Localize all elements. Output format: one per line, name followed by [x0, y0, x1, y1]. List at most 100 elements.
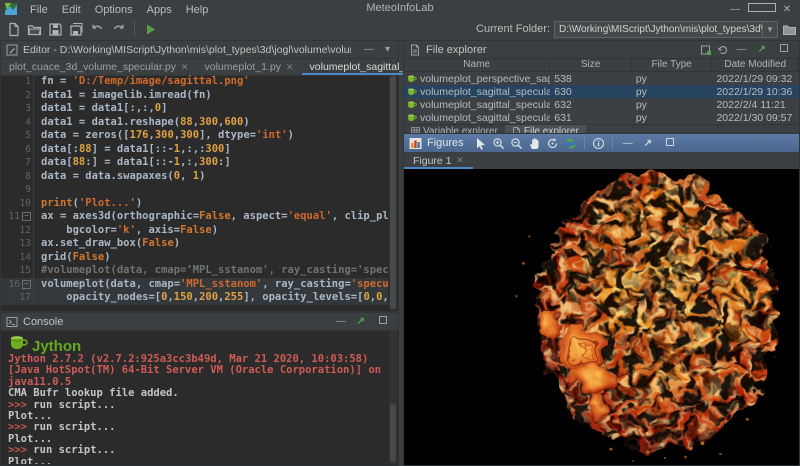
figures-title: Figures	[427, 137, 464, 149]
redo-icon[interactable]	[111, 22, 126, 37]
code-area[interactable]: 1fn = 'D:/Temp/image/sagittal.png'2data1…	[1, 75, 388, 311]
figure-tabbar: Figure 1 ✕	[404, 152, 799, 170]
chevron-down-icon[interactable]: ▼	[762, 22, 777, 37]
editor-tab[interactable]: volumeplot_1.py ✕	[197, 59, 302, 75]
file-explorer-icon	[409, 44, 421, 56]
zoom-in-icon[interactable]	[492, 137, 505, 150]
code-line[interactable]: 12 bgcolor='k', axis=False)	[1, 224, 388, 238]
py-file-icon	[407, 74, 417, 84]
code-line[interactable]: 11–ax = axes3d(orthographic=False, aspec…	[1, 210, 388, 224]
main-toolbar: Current Folder: D:\Working\MIScript\Jyth…	[0, 18, 800, 41]
window-minimize-button[interactable]: —	[722, 4, 748, 15]
figure-tab-close-icon[interactable]: ✕	[457, 155, 465, 166]
file-row[interactable]: volumeplot_sagittal_specular_1.py632py20…	[404, 98, 799, 111]
open-in-editor-icon[interactable]	[700, 44, 712, 56]
py-file-icon	[407, 100, 417, 110]
figures-minimize-icon[interactable]: —	[620, 138, 636, 149]
editor-menu-icon[interactable]: ▾	[382, 44, 393, 55]
save-icon[interactable]	[48, 22, 63, 37]
fold-icon[interactable]: –	[22, 280, 31, 289]
code-line[interactable]: 1fn = 'D:/Temp/image/sagittal.png'	[1, 75, 388, 89]
code-line[interactable]: 17 opacity_nodes=[0,150,200,255], opacit…	[1, 291, 388, 305]
fold-icon[interactable]: –	[22, 212, 31, 221]
current-folder-combobox[interactable]: D:\Working\MIScript\Jython\mis\plot_type…	[554, 21, 778, 38]
run-icon[interactable]	[143, 22, 158, 37]
zoom-out-icon[interactable]	[510, 137, 523, 150]
jython-cup-icon	[8, 332, 28, 352]
figures-float-icon[interactable]: ↗	[641, 138, 655, 149]
globe-icon[interactable]	[564, 137, 577, 150]
code-line[interactable]: 8data = data.swapaxes(0, 1)	[1, 170, 388, 184]
console-line: [Java HotSpot(TM) 64-Bit Server VM (Orac…	[8, 365, 384, 388]
file-name: volumeplot_perspective_sagittal_sp...	[420, 73, 550, 85]
info-icon[interactable]	[592, 137, 605, 150]
console-line: >>> run script...	[8, 422, 384, 433]
menu-apps[interactable]: Apps	[140, 3, 179, 17]
py-file-icon	[407, 113, 417, 123]
volume-plot	[404, 169, 799, 465]
current-folder-value: D:\Working\MIScript\Jython\mis\plot_type…	[555, 24, 762, 35]
editor-tab[interactable]: plot_cuace_3d_volume_specular.py ✕	[1, 59, 197, 75]
editor-tab-label: volumeplot_1.py	[205, 61, 281, 73]
console-output[interactable]: Jython Jython 2.7.2 (v2.7.2:925a3cc3b49d…	[8, 331, 384, 464]
file-name: volumeplot_sagittal_specular_1.py	[420, 99, 550, 111]
column-header[interactable]: Date Modified	[712, 59, 799, 71]
save-all-icon[interactable]	[69, 22, 84, 37]
cursor-icon[interactable]	[474, 137, 487, 150]
column-header[interactable]: File Type	[632, 59, 713, 71]
code-line[interactable]: 7data[88:] = data1[::-1,:,300:]	[1, 156, 388, 170]
rotate-icon[interactable]	[546, 137, 559, 150]
figure-canvas[interactable]	[404, 169, 799, 465]
code-line[interactable]: 16–volumeplot(data, cmap='MPL_sstanom', …	[1, 278, 388, 292]
file-size: 631	[550, 112, 632, 124]
column-header[interactable]: Name	[404, 59, 550, 71]
window-close-button[interactable]: ✕	[774, 4, 800, 15]
figure-tab[interactable]: Figure 1 ✕	[404, 152, 473, 169]
figures-maximize-icon[interactable]	[660, 138, 680, 149]
refresh-icon[interactable]	[717, 44, 729, 56]
editor-tab-label: plot_cuace_3d_volume_specular.py	[9, 61, 176, 73]
new-file-icon[interactable]	[6, 22, 21, 37]
console-maximize-icon[interactable]	[373, 316, 393, 327]
file-size: 630	[550, 86, 632, 98]
figure-tab-label: Figure 1	[413, 155, 452, 167]
editor-tabbar: plot_cuace_3d_volume_specular.py✕volumep…	[1, 59, 398, 76]
file-table-header: NameSizeFile TypeDate Modified	[404, 59, 799, 72]
code-line[interactable]: 10print('Plot...')	[1, 197, 388, 211]
editor-minimize-icon[interactable]: —	[361, 44, 377, 55]
undo-icon[interactable]	[90, 22, 105, 37]
code-line[interactable]: 15#volumeplot(data, cmap='MPL_sstanom', …	[1, 264, 388, 278]
console-minimize-icon[interactable]: —	[333, 316, 349, 327]
tab-close-icon[interactable]: ✕	[181, 62, 189, 73]
code-line[interactable]: 2data1 = imagelib.imread(fn)	[1, 89, 388, 103]
window-maximize-button[interactable]	[748, 3, 774, 15]
code-line[interactable]: 9	[1, 183, 388, 197]
menu-options[interactable]: Options	[88, 3, 140, 17]
console-panel: Console — ↗ Jython Jython 2.7.2 (v2.7.2:…	[0, 312, 399, 466]
open-file-icon[interactable]	[27, 22, 42, 37]
file-row[interactable]: volumeplot_sagittal_specular_2.py631py20…	[404, 111, 799, 124]
menu-edit[interactable]: Edit	[55, 3, 88, 17]
jython-logo: Jython	[8, 331, 384, 352]
pan-icon[interactable]	[528, 137, 541, 150]
code-line[interactable]: 3data1 = data1[:,:,0]	[1, 102, 388, 116]
file-row[interactable]: volumeplot_perspective_sagittal_sp...538…	[404, 72, 799, 85]
tab-close-icon[interactable]: ✕	[286, 62, 294, 73]
console-float-icon[interactable]: ↗	[354, 316, 368, 327]
editor-scrollbar[interactable]	[389, 75, 397, 310]
file-explorer-maximize-icon[interactable]	[774, 44, 794, 55]
code-line[interactable]: 14grid(False)	[1, 251, 388, 265]
column-header[interactable]: Size	[550, 59, 632, 71]
file-explorer-float-icon[interactable]: ↗	[755, 44, 769, 55]
menu-help[interactable]: Help	[179, 3, 216, 17]
menu-file[interactable]: File	[23, 3, 55, 17]
toolbar-separator	[134, 22, 135, 36]
file-row[interactable]: volumeplot_sagittal_specular.py630py2022…	[404, 85, 799, 98]
code-line[interactable]: 6data[:88] = data1[::-1,:,:300]	[1, 143, 388, 157]
code-line[interactable]: 4data1 = data1.reshape(88,300,600)	[1, 116, 388, 130]
browse-folder-icon[interactable]	[782, 22, 797, 37]
code-line[interactable]: 5data = zeros([176,300,300], dtype='int'…	[1, 129, 388, 143]
file-explorer-minimize-icon[interactable]: —	[734, 44, 750, 55]
console-scrollbar[interactable]	[389, 331, 397, 464]
code-line[interactable]: 13ax.set_draw_box(False)	[1, 237, 388, 251]
